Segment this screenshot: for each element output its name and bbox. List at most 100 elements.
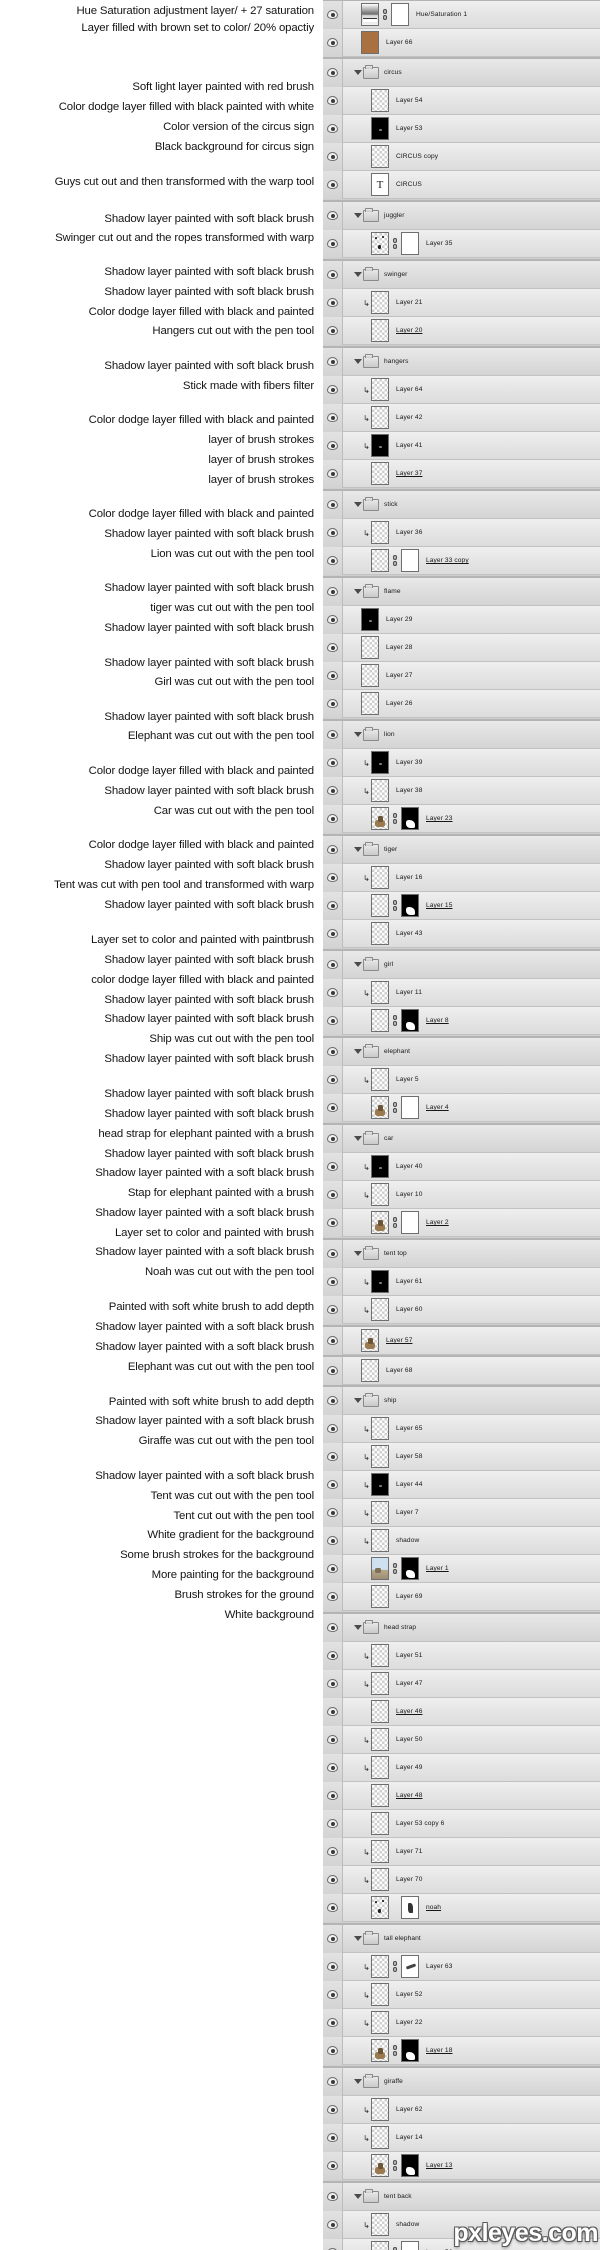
visibility-toggle[interactable]	[323, 1952, 343, 1981]
layer-row[interactable]: Layer 28	[323, 633, 600, 662]
chevron-down-icon[interactable]	[352, 1251, 363, 1256]
visibility-toggle[interactable]	[323, 1781, 343, 1810]
visibility-toggle[interactable]	[323, 1356, 343, 1385]
layer-row[interactable]: ↳ Layer 21	[323, 288, 600, 317]
layer-row[interactable]: ↳ Layer 58	[323, 1442, 600, 1471]
layer-group-row[interactable]: girl	[323, 950, 600, 979]
visibility-toggle[interactable]	[323, 1386, 343, 1415]
layer-row[interactable]: Layer 23	[323, 804, 600, 833]
visibility-toggle[interactable]	[323, 919, 343, 948]
layer-name[interactable]: Layer 63	[426, 1963, 452, 1970]
layer-thumbnails[interactable]	[371, 232, 419, 255]
layer-group-row[interactable]: juggler	[323, 201, 600, 230]
layer-row[interactable]: T CIRCUS	[323, 170, 600, 199]
visibility-toggle[interactable]	[323, 1613, 343, 1642]
layer-thumbnails[interactable]	[371, 1473, 389, 1496]
visibility-toggle[interactable]	[323, 86, 343, 115]
visibility-toggle[interactable]	[323, 1697, 343, 1726]
layer-row[interactable]: ↳ Layer 14	[323, 2123, 600, 2152]
visibility-toggle[interactable]	[323, 1152, 343, 1181]
layer-row[interactable]: ↳ Layer 40	[323, 1152, 600, 1181]
visibility-toggle[interactable]	[323, 1669, 343, 1698]
visibility-toggle[interactable]	[323, 1582, 343, 1611]
layer-name[interactable]: Layer 48	[396, 1792, 422, 1799]
visibility-toggle[interactable]	[323, 720, 343, 749]
layer-name[interactable]: Layer 21	[396, 299, 422, 306]
visibility-toggle[interactable]	[323, 431, 343, 460]
layer-name[interactable]: Layer 44	[396, 1481, 422, 1488]
chevron-down-icon[interactable]	[352, 70, 363, 75]
layer-row[interactable]: ↳ Layer 50	[323, 1725, 600, 1754]
layer-thumbnails[interactable]	[371, 807, 419, 830]
layer-thumbnails[interactable]	[371, 1812, 389, 1835]
visibility-toggle[interactable]	[323, 1641, 343, 1670]
layer-row[interactable]: Layer 27	[323, 661, 600, 690]
layer-thumbnails[interactable]	[371, 117, 389, 140]
layer-name[interactable]: Layer 40	[396, 1163, 422, 1170]
layer-name[interactable]: Layer 8	[426, 1017, 449, 1024]
layer-name[interactable]: Layer 2	[426, 1219, 449, 1226]
layer-row[interactable]: CIRCUS copy	[323, 142, 600, 171]
chevron-down-icon[interactable]	[352, 2194, 363, 2199]
layer-row[interactable]: ↳ Layer 10	[323, 1180, 600, 1209]
layer-thumbnails[interactable]	[371, 866, 389, 889]
chevron-down-icon[interactable]	[352, 1136, 363, 1141]
layer-name[interactable]: Layer 37	[396, 470, 422, 477]
layer-name[interactable]: Layer 27	[386, 672, 412, 679]
layer-thumbnails[interactable]	[371, 89, 389, 112]
layer-group-row[interactable]: head strap	[323, 1613, 600, 1642]
layer-thumbnails[interactable]	[371, 1155, 389, 1178]
layer-thumbnails[interactable]	[371, 1868, 389, 1891]
layer-thumbnails[interactable]	[371, 1096, 419, 1119]
visibility-toggle[interactable]	[323, 577, 343, 606]
visibility-toggle[interactable]	[323, 1239, 343, 1268]
layer-row[interactable]: Layer 56	[323, 2238, 600, 2250]
layer-name[interactable]: Layer 26	[386, 700, 412, 707]
layer-group-row[interactable]: tall elephant	[323, 1924, 600, 1953]
layer-group-row[interactable]: stick	[323, 490, 600, 519]
layer-thumbnails[interactable]	[371, 1672, 389, 1695]
visibility-toggle[interactable]	[323, 2036, 343, 2065]
layer-name[interactable]: Layer 11	[396, 989, 422, 996]
layer-row[interactable]: Layer 69	[323, 1582, 600, 1611]
layer-row[interactable]: ↳ Layer 61	[323, 1267, 600, 1296]
layer-row[interactable]: ↳ Layer 36	[323, 518, 600, 547]
layer-row[interactable]: Layer 29	[323, 605, 600, 634]
layer-thumbnails[interactable]	[371, 462, 389, 485]
layer-row[interactable]: Layer 2	[323, 1208, 600, 1237]
layer-name[interactable]: Layer 1	[426, 1565, 449, 1572]
visibility-toggle[interactable]	[323, 347, 343, 376]
layer-thumbnails[interactable]	[371, 751, 389, 774]
layer-thumbnails[interactable]	[361, 636, 379, 659]
layer-thumbnails[interactable]	[371, 1557, 419, 1580]
layer-thumbnails[interactable]	[361, 664, 379, 687]
layer-name[interactable]: shadow	[396, 2221, 419, 2228]
visibility-toggle[interactable]	[323, 835, 343, 864]
layer-name[interactable]: Layer 43	[396, 930, 422, 937]
layer-thumbnails[interactable]	[371, 1983, 389, 2006]
layer-name[interactable]: Layer 29	[386, 616, 412, 623]
layer-name[interactable]: Layer 23	[426, 815, 452, 822]
layer-thumbnails[interactable]	[371, 319, 389, 342]
layer-row[interactable]: ↳ Layer 64	[323, 375, 600, 404]
visibility-toggle[interactable]	[323, 1180, 343, 1209]
layer-name[interactable]: noah	[426, 1904, 441, 1911]
layer-row[interactable]: Layer 18	[323, 2036, 600, 2065]
layer-group-row[interactable]: lion	[323, 720, 600, 749]
visibility-toggle[interactable]	[323, 689, 343, 718]
layer-group-row[interactable]: ship	[323, 1386, 600, 1415]
visibility-toggle[interactable]	[323, 1753, 343, 1782]
layer-row[interactable]: ↳ Layer 47	[323, 1669, 600, 1698]
visibility-toggle[interactable]	[323, 661, 343, 690]
layer-row[interactable]: ↳ Layer 63	[323, 1952, 600, 1981]
chevron-down-icon[interactable]	[352, 1936, 363, 1941]
layer-name[interactable]: Layer 54	[396, 97, 422, 104]
layer-name[interactable]: shadow	[396, 1537, 419, 1544]
visibility-toggle[interactable]	[323, 1093, 343, 1122]
visibility-toggle[interactable]	[323, 950, 343, 979]
layer-thumbnails[interactable]	[371, 434, 389, 457]
layer-name[interactable]: Layer 58	[396, 1453, 422, 1460]
visibility-toggle[interactable]	[323, 1037, 343, 1066]
layer-row[interactable]: Layer 53 copy 6	[323, 1809, 600, 1838]
visibility-toggle[interactable]	[323, 804, 343, 833]
